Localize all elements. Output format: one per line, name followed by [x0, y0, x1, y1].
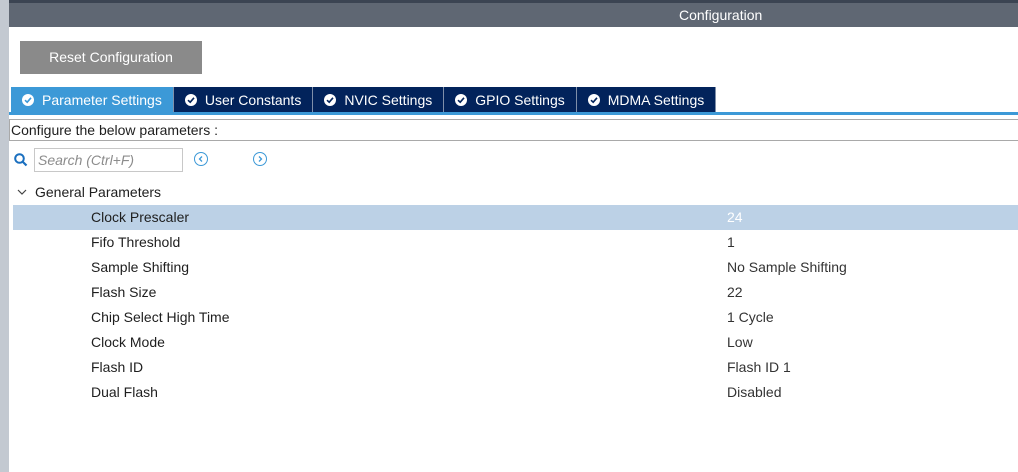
reset-configuration-button[interactable]: Reset Configuration: [20, 41, 202, 74]
left-panel-edge: [0, 0, 9, 472]
param-value[interactable]: 1 Cycle: [727, 305, 774, 330]
param-name: Sample Shifting: [91, 259, 190, 275]
param-row-fifo-threshold[interactable]: Fifo Threshold 1: [13, 230, 1018, 255]
tab-gpio-settings[interactable]: GPIO Settings: [444, 87, 577, 112]
search-input[interactable]: [34, 148, 183, 172]
chevron-down-icon[interactable]: [17, 184, 27, 200]
check-circle-icon: [22, 93, 34, 106]
param-row-chip-select-high-time[interactable]: Chip Select High Time 1 Cycle: [13, 305, 1018, 330]
param-value[interactable]: 24: [727, 205, 743, 230]
param-name: Flash Size: [91, 284, 157, 300]
tab-label: User Constants: [204, 91, 302, 108]
tab-user-constants[interactable]: User Constants: [173, 87, 314, 112]
search-icon[interactable]: [13, 152, 29, 168]
param-value[interactable]: No Sample Shifting: [727, 255, 847, 280]
chevron-left-circle-icon[interactable]: [194, 152, 208, 166]
param-name: Clock Prescaler: [91, 209, 190, 225]
tab-nvic-settings[interactable]: NVIC Settings: [313, 87, 445, 112]
check-circle-icon: [587, 93, 600, 106]
param-name: Fifo Threshold: [91, 234, 181, 250]
tab-mdma-settings[interactable]: MDMA Settings: [576, 87, 717, 112]
param-row-clock-mode[interactable]: Clock Mode Low: [13, 330, 1018, 355]
group-label: General Parameters: [35, 184, 162, 200]
group-general-parameters[interactable]: General Parameters: [17, 182, 161, 202]
configuration-titlebar: Configuration: [9, 0, 1018, 27]
param-value[interactable]: 1: [727, 230, 735, 255]
window-title: Configuration: [679, 7, 763, 23]
check-circle-icon: [184, 93, 197, 106]
tab-label: NVIC Settings: [344, 91, 433, 108]
tab-label: MDMA Settings: [607, 91, 705, 108]
param-name: Dual Flash: [91, 384, 158, 400]
param-value[interactable]: Disabled: [727, 380, 781, 405]
tab-underline: [9, 112, 1018, 115]
param-row-sample-shifting[interactable]: Sample Shifting No Sample Shifting: [13, 255, 1018, 280]
param-value[interactable]: Flash ID 1: [727, 355, 791, 380]
param-row-flash-id[interactable]: Flash ID Flash ID 1: [13, 355, 1018, 380]
param-value[interactable]: 22: [727, 280, 743, 305]
param-value[interactable]: Low: [727, 330, 753, 355]
param-row-clock-prescaler[interactable]: Clock Prescaler 24: [13, 205, 1018, 230]
parameters-description: Configure the below parameters :: [9, 119, 1018, 141]
param-row-dual-flash[interactable]: Dual Flash Disabled: [13, 380, 1018, 405]
param-name: Clock Mode: [91, 334, 165, 350]
check-circle-icon: [455, 93, 468, 106]
param-row-flash-size[interactable]: Flash Size 22: [13, 280, 1018, 305]
param-name: Flash ID: [91, 359, 144, 375]
tab-label: Parameter Settings: [42, 91, 162, 108]
tab-label: GPIO Settings: [475, 91, 565, 108]
chevron-right-circle-icon[interactable]: [253, 152, 267, 166]
tab-bar: Parameter Settings User Constants NVIC S…: [11, 87, 717, 112]
tab-parameter-settings[interactable]: Parameter Settings: [11, 87, 174, 112]
check-circle-icon: [324, 93, 337, 106]
param-name: Chip Select High Time: [91, 309, 230, 325]
